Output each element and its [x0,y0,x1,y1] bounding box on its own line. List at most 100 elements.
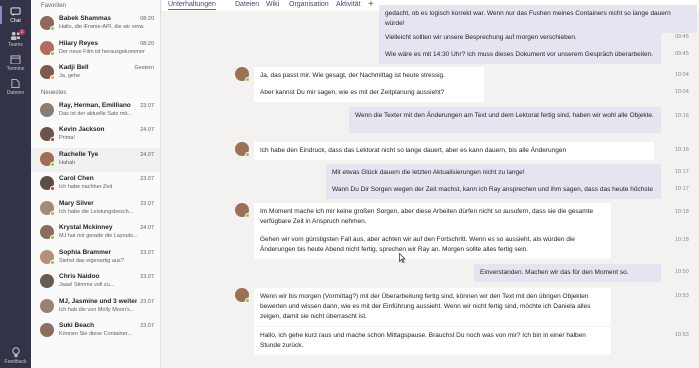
chat-list-item[interactable]: Kevin Jackson 24.07 Prima! [31,123,160,148]
received-message: Ich habe den Eindruck, dass das Lektorat… [254,142,654,160]
rail-item-label: Chat [10,18,21,24]
sent-message: Wie wäre es mit 14:30 Uhr? Ich muss dies… [379,46,661,64]
message-time: 09:45 [675,34,689,40]
sent-message: Wann Du Dir Sorgen wegen der Zeit machst… [326,181,661,199]
chat-preview: MJ hat mir gerade die Layouts... [59,233,138,239]
received-message: Aber kannst Du mir sagen, wie es mit der… [254,84,484,102]
chat-list-item[interactable]: Kadji Bell Gestern Ja, gehe [31,61,160,86]
chat-name: Rachelle Tye [59,150,99,158]
chat-name: Kevin Jackson [59,126,105,133]
chat-list: Favoriten Babek Shammas 08:20 Hallo, die i… [31,0,161,368]
presence-indicator [50,26,55,31]
files-icon [11,79,20,88]
rail-item-teams[interactable]: 2 Teams [0,28,31,50]
chat-time: 23.07 [140,298,154,305]
lightbulb-icon [11,347,20,357]
recent-heading: Neuestes [41,89,67,96]
chat-list-item[interactable]: Krystal Mckinney 24.07 MJ hat mir gerade d… [31,221,160,246]
conversation-pane: Unterhaltungen Dateien Wiki Organisation… [162,0,699,368]
chat-preview: Ich habe die Leistungsbesch... [59,208,134,215]
feedback-label: Feedback [4,359,27,365]
tab-unterhaltungen[interactable]: Unterhaltungen [168,1,216,10]
tab-organisation[interactable]: Organisation [289,1,329,8]
chat-preview: Der neue Film ist herausgekommen! [59,48,145,55]
presence-indicator [245,77,250,82]
presence-indicator [50,161,55,167]
received-message: Hallo, ich gehe kurz raus und mache scho… [254,327,611,355]
chat-time: 23.07 [140,176,154,182]
rail-item-dateien[interactable]: Dateien [0,76,31,98]
presence-indicator [245,152,250,157]
chat-preview: Ich hab die von Molly Moon's... [59,306,135,313]
avatar [40,298,54,313]
avatar [40,323,54,337]
message-time: 10:04 [675,89,689,95]
message-time: 10:17 [675,186,689,192]
chat-name: Suki Beach [59,322,95,329]
tab-aktivitaet[interactable]: Aktivität [336,1,361,8]
add-tab-button[interactable]: + [368,0,374,10]
chat-name: MJ, Jasmine und 3 weitere [59,297,137,305]
chat-name: Sophia Brammer [59,248,112,256]
favorites-list: Babek Shammas 08:20 Hallo, die iFrame-API,… [31,12,160,86]
presence-indicator [50,259,55,265]
presence-indicator [50,50,55,56]
app-rail: Chat 2 Teams Termine Dateien Feedback [0,0,31,368]
rail-item-termine[interactable]: Termine [0,52,31,74]
message-time: 10:53 [675,293,689,299]
message-time: 10:18 [675,209,689,215]
chat-list-item[interactable]: Chris Naidoo 23.07 Jaaa! Stimme voll zu... [31,270,160,295]
chat-time: 24.07 [140,151,154,158]
avatar [40,274,54,288]
chat-preview: Ich habe nachher Zeit [59,184,113,190]
chat-preview: Prima! [59,135,75,141]
message-time: 10:50 [675,269,689,275]
chat-name: Babek Shammas [59,15,112,22]
presence-indicator [245,298,250,303]
recent-list: Ray, Herman, Emilliano 23.07 Das ist der a… [31,99,160,344]
chat-list-item[interactable]: Hilary Reyes 08:20 Der neue Film ist herau… [31,37,160,62]
chat-preview: Ja, gehe [59,73,81,79]
chat-preview: Können Sie diese Container... [59,331,132,337]
rail-item-label: Termine [6,66,25,72]
chat-list-item[interactable]: Rachelle Tye 24.07 Hahah [31,147,160,172]
message-time: 10:16 [675,147,689,153]
chat-time: 23.07 [140,200,154,207]
tab-dateien[interactable]: Dateien [235,1,259,8]
chat-name: Carol Chen [59,175,94,182]
chat-list-item[interactable]: Sophia Brammer 23.07 Siehst das eigenartig… [31,246,160,271]
presence-indicator [50,186,55,191]
message-time: 10:04 [675,72,689,78]
chat-time: 08:20 [140,16,154,22]
presence-indicator [50,210,55,216]
message-time: 10:16 [675,113,689,119]
rail-item-label: Teams [8,42,23,48]
chat-preview: Das ist der aktuelle Satz mit... [59,110,132,117]
chat-time: 23.07 [140,249,154,256]
chat-list-item[interactable]: Suki Beach 23.07 Können Sie diese Containe… [31,319,160,344]
chat-list-item[interactable]: Babek Shammas 08:20 Hallo, die iFrame-API,… [31,12,160,37]
tab-wiki[interactable]: Wiki [266,1,279,8]
chat-time: 23.07 [140,102,154,109]
rail-item-chat[interactable]: Chat [0,4,31,26]
avatar [40,102,54,117]
favorites-heading: Favoriten [41,3,67,9]
rail-item-label: Dateien [6,90,25,96]
chat-list-item[interactable]: Ray, Herman, Emilliano 23.07 Das ist der a… [31,99,160,124]
chat-list-item[interactable]: Carol Chen 23.07 Ich habe nachher Zeit [31,172,160,197]
sent-message: Vielleicht sollten wir unsere Besprechun… [379,29,661,47]
chat-preview: Hallo, die iFrame-API, die wir verw... [59,24,145,30]
chat-name: Hilary Reyes [59,39,99,47]
chat-time: 24.07 [140,127,154,133]
chat-preview: Hahah [59,159,76,166]
received-message: Ja, das passt mir. Wie gesagt, der Nachm… [254,67,484,85]
chat-list-item[interactable]: Mary Silver 23.07 Ich habe die Leistungsbe… [31,197,160,222]
chat-list-item[interactable]: MJ, Jasmine und 3 weitere 23.07 Ich hab di… [31,295,160,320]
message-time: 10:18 [675,237,689,243]
message-time: 09:45 [675,51,689,57]
feedback-button[interactable]: Feedback [0,347,31,365]
chat-preview: Jaaa! Stimme voll zu... [59,282,115,288]
chat-time: 23.07 [140,323,154,329]
presence-indicator [245,213,250,218]
chat-name: Chris Naidoo [59,273,100,280]
